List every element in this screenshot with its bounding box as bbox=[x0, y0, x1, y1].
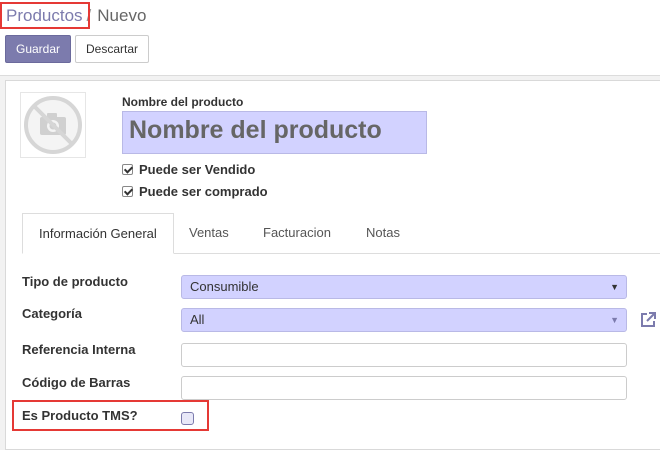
highlight-box-tms bbox=[12, 400, 209, 431]
category-value: All bbox=[190, 312, 205, 327]
product-name-label: Nombre del producto bbox=[122, 95, 244, 109]
dropdown-caret-icon: ▼ bbox=[610, 282, 619, 292]
can-be-sold-row[interactable]: Puede ser Vendido bbox=[122, 162, 255, 177]
internal-reference-label: Referencia Interna bbox=[22, 342, 136, 357]
can-be-purchased-label: Puede ser comprado bbox=[139, 184, 268, 199]
save-button[interactable]: Guardar bbox=[5, 35, 71, 63]
tab-notas[interactable]: Notas bbox=[350, 213, 416, 253]
category-label: Categoría bbox=[22, 306, 82, 321]
product-name-input[interactable]: Nombre del producto bbox=[122, 111, 427, 154]
barcode-input[interactable] bbox=[181, 376, 627, 400]
internal-reference-input[interactable] bbox=[181, 343, 627, 367]
can-be-sold-label: Puede ser Vendido bbox=[139, 162, 256, 177]
tab-informacion-general[interactable]: Información General bbox=[22, 213, 174, 254]
tab-facturacion[interactable]: Facturacion bbox=[247, 213, 347, 253]
can-be-purchased-checkbox[interactable] bbox=[122, 186, 133, 197]
product-type-label: Tipo de producto bbox=[22, 274, 128, 289]
can-be-purchased-row[interactable]: Puede ser comprado bbox=[122, 184, 268, 199]
product-type-value: Consumible bbox=[190, 279, 259, 294]
breadcrumb-current: Nuevo bbox=[97, 6, 147, 25]
highlight-box-breadcrumb bbox=[0, 2, 90, 29]
product-type-select[interactable]: Consumible ▼ bbox=[181, 275, 627, 299]
control-panel: Productos / Nuevo Guardar Descartar bbox=[0, 0, 660, 76]
category-select[interactable]: All ▼ bbox=[181, 308, 627, 332]
can-be-sold-checkbox[interactable] bbox=[122, 164, 133, 175]
discard-button[interactable]: Descartar bbox=[75, 35, 149, 63]
dropdown-caret-icon: ▼ bbox=[610, 315, 619, 325]
camera-placeholder-icon bbox=[24, 96, 82, 154]
notebook-tabs: Información General Ventas Facturacion N… bbox=[22, 213, 660, 254]
tab-ventas[interactable]: Ventas bbox=[173, 213, 245, 253]
product-image[interactable] bbox=[20, 92, 86, 158]
barcode-label: Código de Barras bbox=[22, 375, 131, 390]
external-link-icon[interactable] bbox=[639, 311, 657, 329]
